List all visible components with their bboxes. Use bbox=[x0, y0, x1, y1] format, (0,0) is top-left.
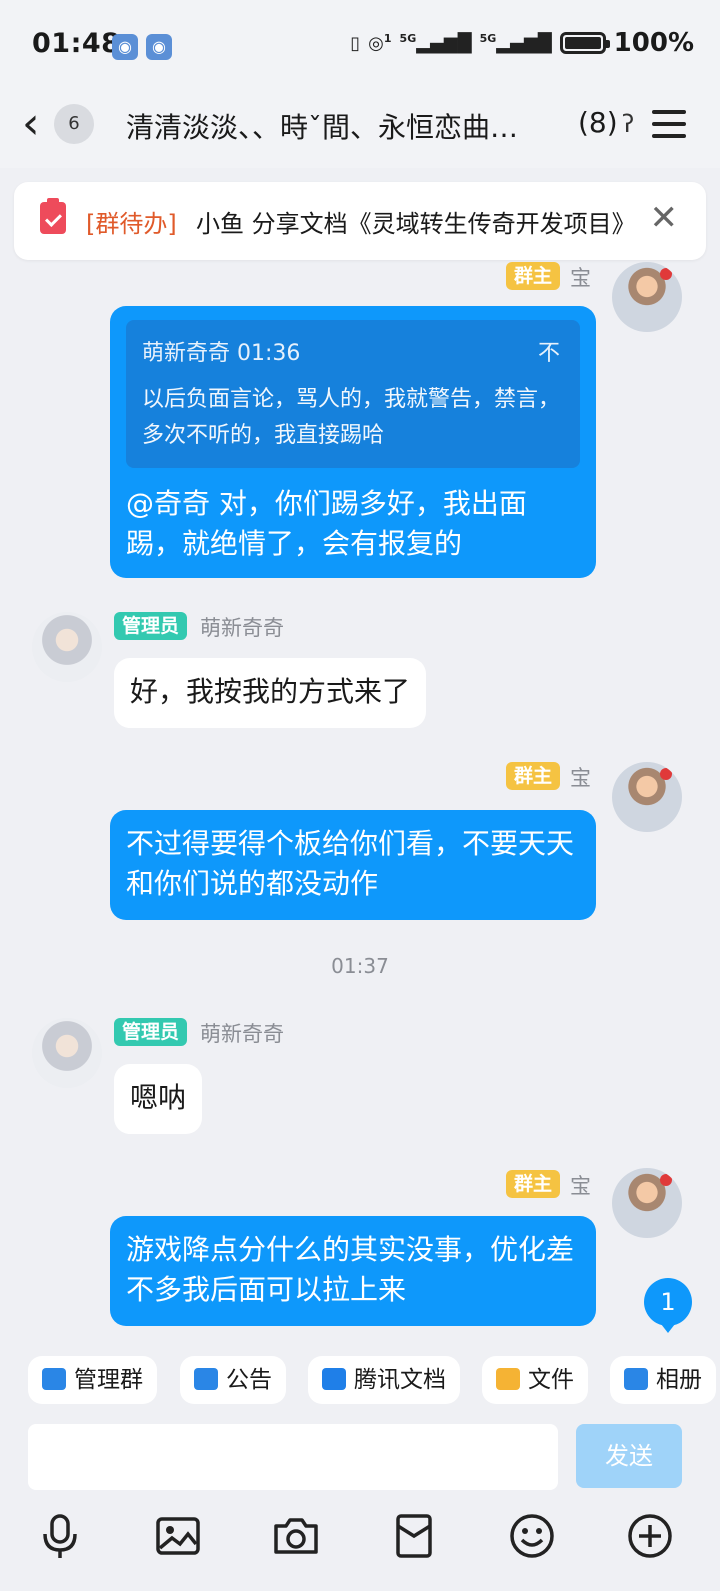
avatar[interactable] bbox=[612, 262, 682, 332]
status-right: ▯ ◎1 5G▂▄▆█ 5G▂▄▆█ 100% bbox=[350, 28, 694, 58]
quoted-message[interactable]: 萌新奇奇 01:36 不 以后负面言论，骂人的，我就警告，禁言，多次不听的，我直… bbox=[126, 320, 580, 468]
message-bubble[interactable]: 好，我按我的方式来了 bbox=[114, 658, 427, 728]
owner-badge: 群主 bbox=[506, 762, 561, 790]
sender-name: 宝 bbox=[570, 266, 591, 290]
group-todo-banner[interactable]: [群待办] 小鱼 分享文档《灵域转生传奇开发项目》 ✕ bbox=[14, 182, 706, 260]
battery-icon bbox=[559, 32, 610, 54]
plus-icon[interactable] bbox=[624, 1510, 676, 1562]
member-count[interactable]: (8) bbox=[578, 106, 618, 139]
signal-icon: 5G▂▄▆█ bbox=[479, 32, 552, 54]
folder-icon bbox=[496, 1367, 520, 1390]
composer: 发送 bbox=[0, 1418, 720, 1498]
group-title[interactable]: 清清淡淡、、時ˇ間、永恒恋曲… bbox=[126, 106, 518, 146]
shortcut-tencent-docs[interactable]: 腾讯文档 bbox=[308, 1356, 460, 1404]
close-icon[interactable]: ✕ bbox=[650, 198, 679, 238]
shortcut-files[interactable]: 文件 bbox=[482, 1356, 588, 1404]
quote-body: 以后负面言论，骂人的，我就警告，禁言，多次不听的，我直接踢哈 bbox=[142, 387, 561, 448]
message-bubble[interactable]: 游戏降点分什么的其实没事，优化差不多我后面可以拉上来 bbox=[110, 1216, 596, 1326]
back-icon[interactable]: ‹ bbox=[22, 102, 40, 146]
avatar[interactable] bbox=[32, 612, 102, 682]
input-toolbar bbox=[0, 1500, 720, 1591]
status-time: 01:48 bbox=[32, 28, 121, 59]
message-text: 嗯呐 bbox=[130, 1081, 187, 1114]
todo-clipboard-icon bbox=[40, 198, 66, 234]
time-divider: 01:37 bbox=[331, 954, 389, 978]
menu-icon[interactable] bbox=[652, 110, 686, 140]
camera-icon[interactable] bbox=[270, 1510, 322, 1562]
battery-percent: 100% bbox=[613, 28, 694, 58]
sender-name: 宝 bbox=[570, 766, 591, 790]
image-icon[interactable] bbox=[152, 1510, 204, 1562]
owner-badge: 群主 bbox=[506, 1170, 561, 1198]
microphone-icon[interactable] bbox=[34, 1510, 86, 1562]
shortcut-announcement[interactable]: 公告 bbox=[180, 1356, 286, 1404]
todo-tag: [群待办] bbox=[86, 210, 177, 238]
owner-badge: 群主 bbox=[506, 262, 561, 290]
message-text: 游戏降点分什么的其实没事，优化差不多我后面可以拉上来 bbox=[126, 1233, 575, 1306]
shortcut-album[interactable]: 相册 bbox=[610, 1356, 716, 1404]
notification-app-icon: ◉ bbox=[146, 34, 172, 60]
announcement-icon bbox=[194, 1367, 218, 1390]
message-text: 不过得要得个板给你们看，不要天天和你们说的都没动作 bbox=[126, 827, 575, 900]
album-icon bbox=[624, 1367, 648, 1390]
new-message-badge[interactable]: 1 bbox=[644, 1278, 692, 1333]
manage-group-icon bbox=[42, 1367, 66, 1390]
unread-chats-badge[interactable]: 6 bbox=[54, 104, 94, 144]
sender-name: 宝 bbox=[570, 1174, 591, 1198]
quote-header: 萌新奇奇 01:36 不 bbox=[142, 334, 564, 374]
send-button[interactable]: 发送 bbox=[576, 1424, 682, 1488]
tencent-docs-icon bbox=[322, 1367, 346, 1390]
red-packet-icon[interactable] bbox=[388, 1510, 440, 1562]
chat-header: ‹ 6 清清淡淡、、時ˇ間、永恒恋曲… (8) ʔ bbox=[0, 90, 720, 168]
notification-app-icon: ◉ bbox=[112, 34, 138, 60]
message-bubble[interactable]: 萌新奇奇 01:36 不 以后负面言论，骂人的，我就警告，禁言，多次不听的，我直… bbox=[110, 306, 596, 578]
message-bubble[interactable]: 嗯呐 bbox=[114, 1064, 203, 1134]
avatar[interactable] bbox=[612, 762, 682, 832]
vibrate-icon: ▯ bbox=[350, 32, 361, 54]
hotspot-icon: ◎1 bbox=[368, 32, 392, 54]
signal-icon: 5G▂▄▆█ bbox=[399, 32, 472, 54]
message-text: @奇奇 对，你们踢多好，我出面踢，就绝情了，会有报复的 bbox=[126, 487, 527, 560]
todo-text: 小鱼 分享文档《灵域转生传奇开发项目》 bbox=[196, 210, 636, 238]
sender-name: 萌新奇奇 bbox=[200, 1022, 284, 1046]
earpiece-icon: ʔ bbox=[622, 110, 635, 138]
avatar[interactable] bbox=[32, 1018, 102, 1088]
avatar[interactable] bbox=[612, 1168, 682, 1238]
status-bar: 01:48 ◉ ◉ ▯ ◎1 5G▂▄▆█ 5G▂▄▆█ 100% bbox=[0, 0, 720, 90]
sender-name: 萌新奇奇 bbox=[200, 616, 284, 640]
emoji-icon[interactable] bbox=[506, 1510, 558, 1562]
message-text: 好，我按我的方式来了 bbox=[130, 675, 411, 708]
pin-icon: 不 bbox=[537, 341, 560, 366]
shortcut-manage-group[interactable]: 管理群 bbox=[28, 1356, 157, 1404]
admin-badge: 管理员 bbox=[114, 1018, 188, 1046]
admin-badge: 管理员 bbox=[114, 612, 188, 640]
message-input[interactable] bbox=[28, 1424, 558, 1490]
message-bubble[interactable]: 不过得要得个板给你们看，不要天天和你们说的都没动作 bbox=[110, 810, 596, 920]
shortcut-bar: 管理群 公告 腾讯文档 文件 相册 bbox=[0, 1354, 720, 1410]
